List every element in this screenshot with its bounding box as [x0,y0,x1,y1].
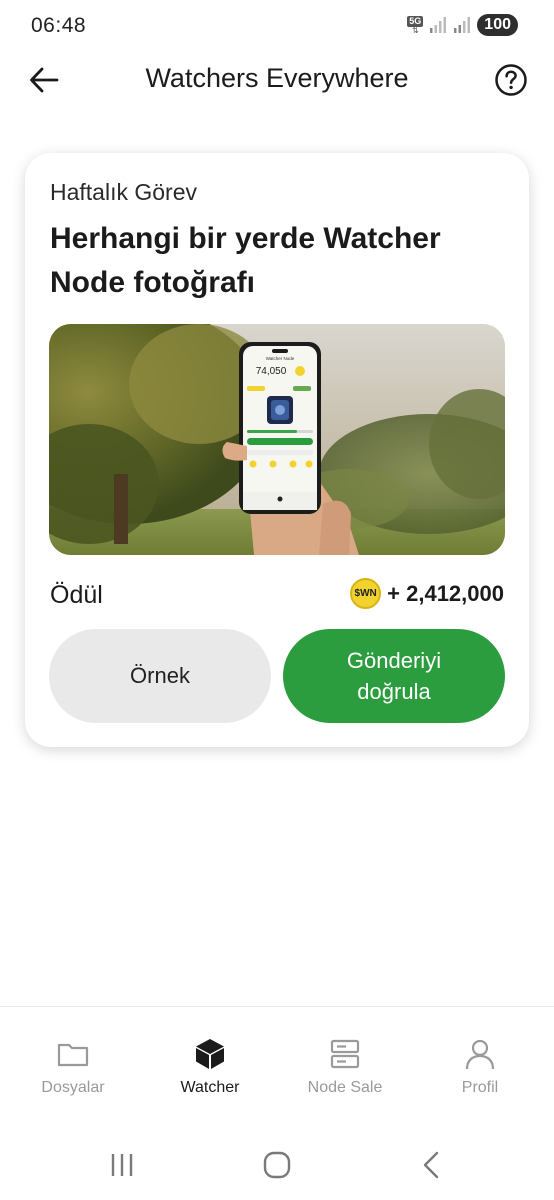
swn-coin-icon: $WN [350,578,382,609]
nav-item-dosyalar[interactable]: Dosyalar [13,1037,133,1097]
home-icon[interactable] [260,1148,294,1182]
help-button[interactable] [494,63,528,97]
nav-label-watcher: Watcher [180,1079,240,1096]
signal-icon [430,17,447,33]
phone-screen-balance: 74,050 [256,366,287,377]
nav-label-dosyalar: Dosyalar [41,1079,105,1096]
app-header: Watchers Everywhere [0,52,554,108]
network-indicator: 5G ⇅ [407,15,424,35]
reward-value: $WN + 2,412,000 [350,578,504,609]
system-nav-bar [0,1128,554,1200]
battery-indicator: 100 [477,14,518,36]
nav-item-profil[interactable]: Profil [420,1037,540,1097]
reward-amount: + 2,412,000 [387,580,504,606]
park-phone-illustration: Watcher Node 74,050 [49,324,505,555]
card-title: Herhangi bir yerde Watcher Node fotoğraf… [50,222,441,299]
card-subtitle: Haftalık Görev [50,179,197,205]
back-nav-icon[interactable] [415,1148,449,1182]
nav-label-node-sale: Node Sale [307,1079,383,1096]
nav-item-node-sale[interactable]: Node Sale [285,1037,405,1097]
user-icon [465,1039,495,1070]
page-title: Watchers Everywhere [145,63,409,93]
signal-icon-secondary [454,17,471,33]
task-image: Watcher Node 74,050 [49,324,505,555]
folder-icon [57,1043,89,1067]
reward-label: Ödül [50,581,103,609]
nav-label-profil: Profil [461,1079,499,1096]
phone-screen-title: Watcher Node [266,356,295,361]
question-circle-icon [495,64,527,96]
status-icons: 5G ⇅ 100 [407,14,518,36]
example-button[interactable]: Örnek [49,629,271,723]
verify-submission-button[interactable]: Gönderiyi doğrula [283,629,505,723]
task-card: Haftalık Görev Herhangi bir yerde Watche… [25,153,529,747]
status-time: 06:48 [31,14,87,37]
status-bar: 06:48 5G ⇅ 100 [0,0,554,52]
nav-item-watcher[interactable]: Watcher [150,1037,270,1097]
network-type: 5G [407,15,424,27]
data-arrows-icon: ⇅ [411,25,419,35]
cube-icon [196,1039,224,1069]
bottom-nav: Dosyalar Watcher Node Sale Profil [0,1006,554,1116]
server-icon [330,1039,360,1069]
recent-apps-icon[interactable] [105,1148,139,1182]
